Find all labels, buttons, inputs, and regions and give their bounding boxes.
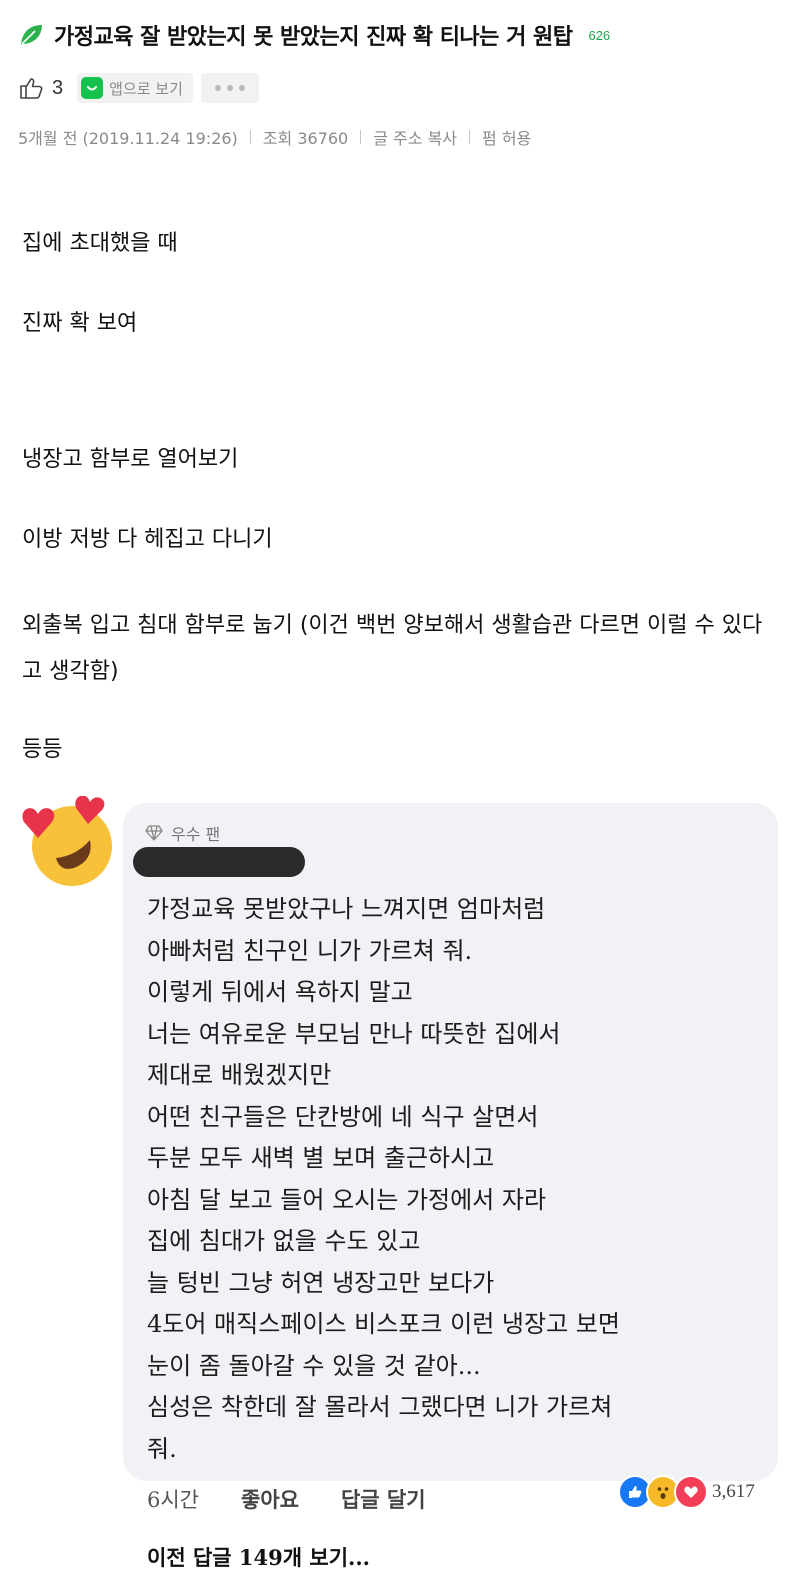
like-count: 3 <box>52 76 64 99</box>
post-actions: 3 앱으로 보기 <box>18 66 788 110</box>
thumbs-up-icon[interactable] <box>18 75 44 101</box>
comment-text: 가정교육 못받았구나 느껴지면 엄마처럼 아빠처럼 친구인 니가 가르쳐 줘. … <box>147 895 620 1463</box>
more-icon[interactable] <box>200 73 259 103</box>
divider <box>360 130 362 144</box>
reaction-count: 3,617 <box>712 1481 755 1502</box>
comment-count[interactable]: 626 <box>588 28 610 43</box>
post-paragraph: 집에 초대했을 때 <box>22 231 178 256</box>
post-meta: 5개월 전 (2019.11.24 19:26) 조회 36760 글 주소 복… <box>18 122 788 152</box>
comment-time: 6시간 <box>147 1488 200 1512</box>
app-icon <box>81 77 104 99</box>
leaf-icon <box>21 25 42 45</box>
divider <box>469 130 471 144</box>
redacted-username[interactable] <box>133 847 305 877</box>
share-permission: 펌 허용 <box>482 129 532 148</box>
post-time: 5개월 전 (2019.11.24 19:26) <box>18 129 238 148</box>
previous-replies-link[interactable]: 이전 답글 149개 보기... <box>147 1542 370 1572</box>
divider <box>249 130 251 144</box>
post-paragraph: 냉장고 함부로 열어보기 <box>22 447 239 472</box>
reactions[interactable]: 3,617 <box>618 1472 755 1512</box>
love-reaction-icon <box>674 1475 708 1509</box>
post-paragraph: 이방 저방 다 헤집고 다니기 <box>22 527 273 552</box>
post-header: 가정교육 잘 받았는지 못 받았는지 진짜 확 티나는 거 원탑 626 3 앱… <box>18 14 788 152</box>
title-row: 가정교육 잘 받았는지 못 받았는지 진짜 확 티나는 거 원탑 626 <box>18 14 788 56</box>
post-paragraph: 등등 <box>22 737 63 762</box>
app-view-button[interactable]: 앱으로 보기 <box>77 73 193 103</box>
post-paragraph: 외출복 입고 침대 함부로 눕기 (이건 백번 양보해서 생활습관 다르면 이럴… <box>22 613 763 684</box>
post-paragraph: 진짜 확 보여 <box>22 311 138 336</box>
copy-link-button[interactable]: 글 주소 복사 <box>373 125 457 149</box>
badge-label: 우수 팬 <box>171 825 221 844</box>
like-button[interactable]: 좋아요 <box>241 1484 299 1514</box>
fan-badge: 우수 팬 <box>145 821 220 845</box>
diamond-icon <box>145 825 163 841</box>
reply-button[interactable]: 답글 달기 <box>341 1484 426 1514</box>
avatar[interactable] <box>16 796 116 890</box>
post-title: 가정교육 잘 받았는지 못 받았는지 진짜 확 티나는 거 원탑 <box>54 25 573 50</box>
view-count: 조회 36760 <box>262 129 349 148</box>
app-view-label: 앱으로 보기 <box>109 79 183 98</box>
comment-bubble: 우수 팬 가정교육 못받았구나 느껴지면 엄마처럼 아빠처럼 친구인 니가 가르… <box>123 803 778 1481</box>
comment-actions: 6시간 좋아요 답글 달기 <box>147 1484 426 1514</box>
